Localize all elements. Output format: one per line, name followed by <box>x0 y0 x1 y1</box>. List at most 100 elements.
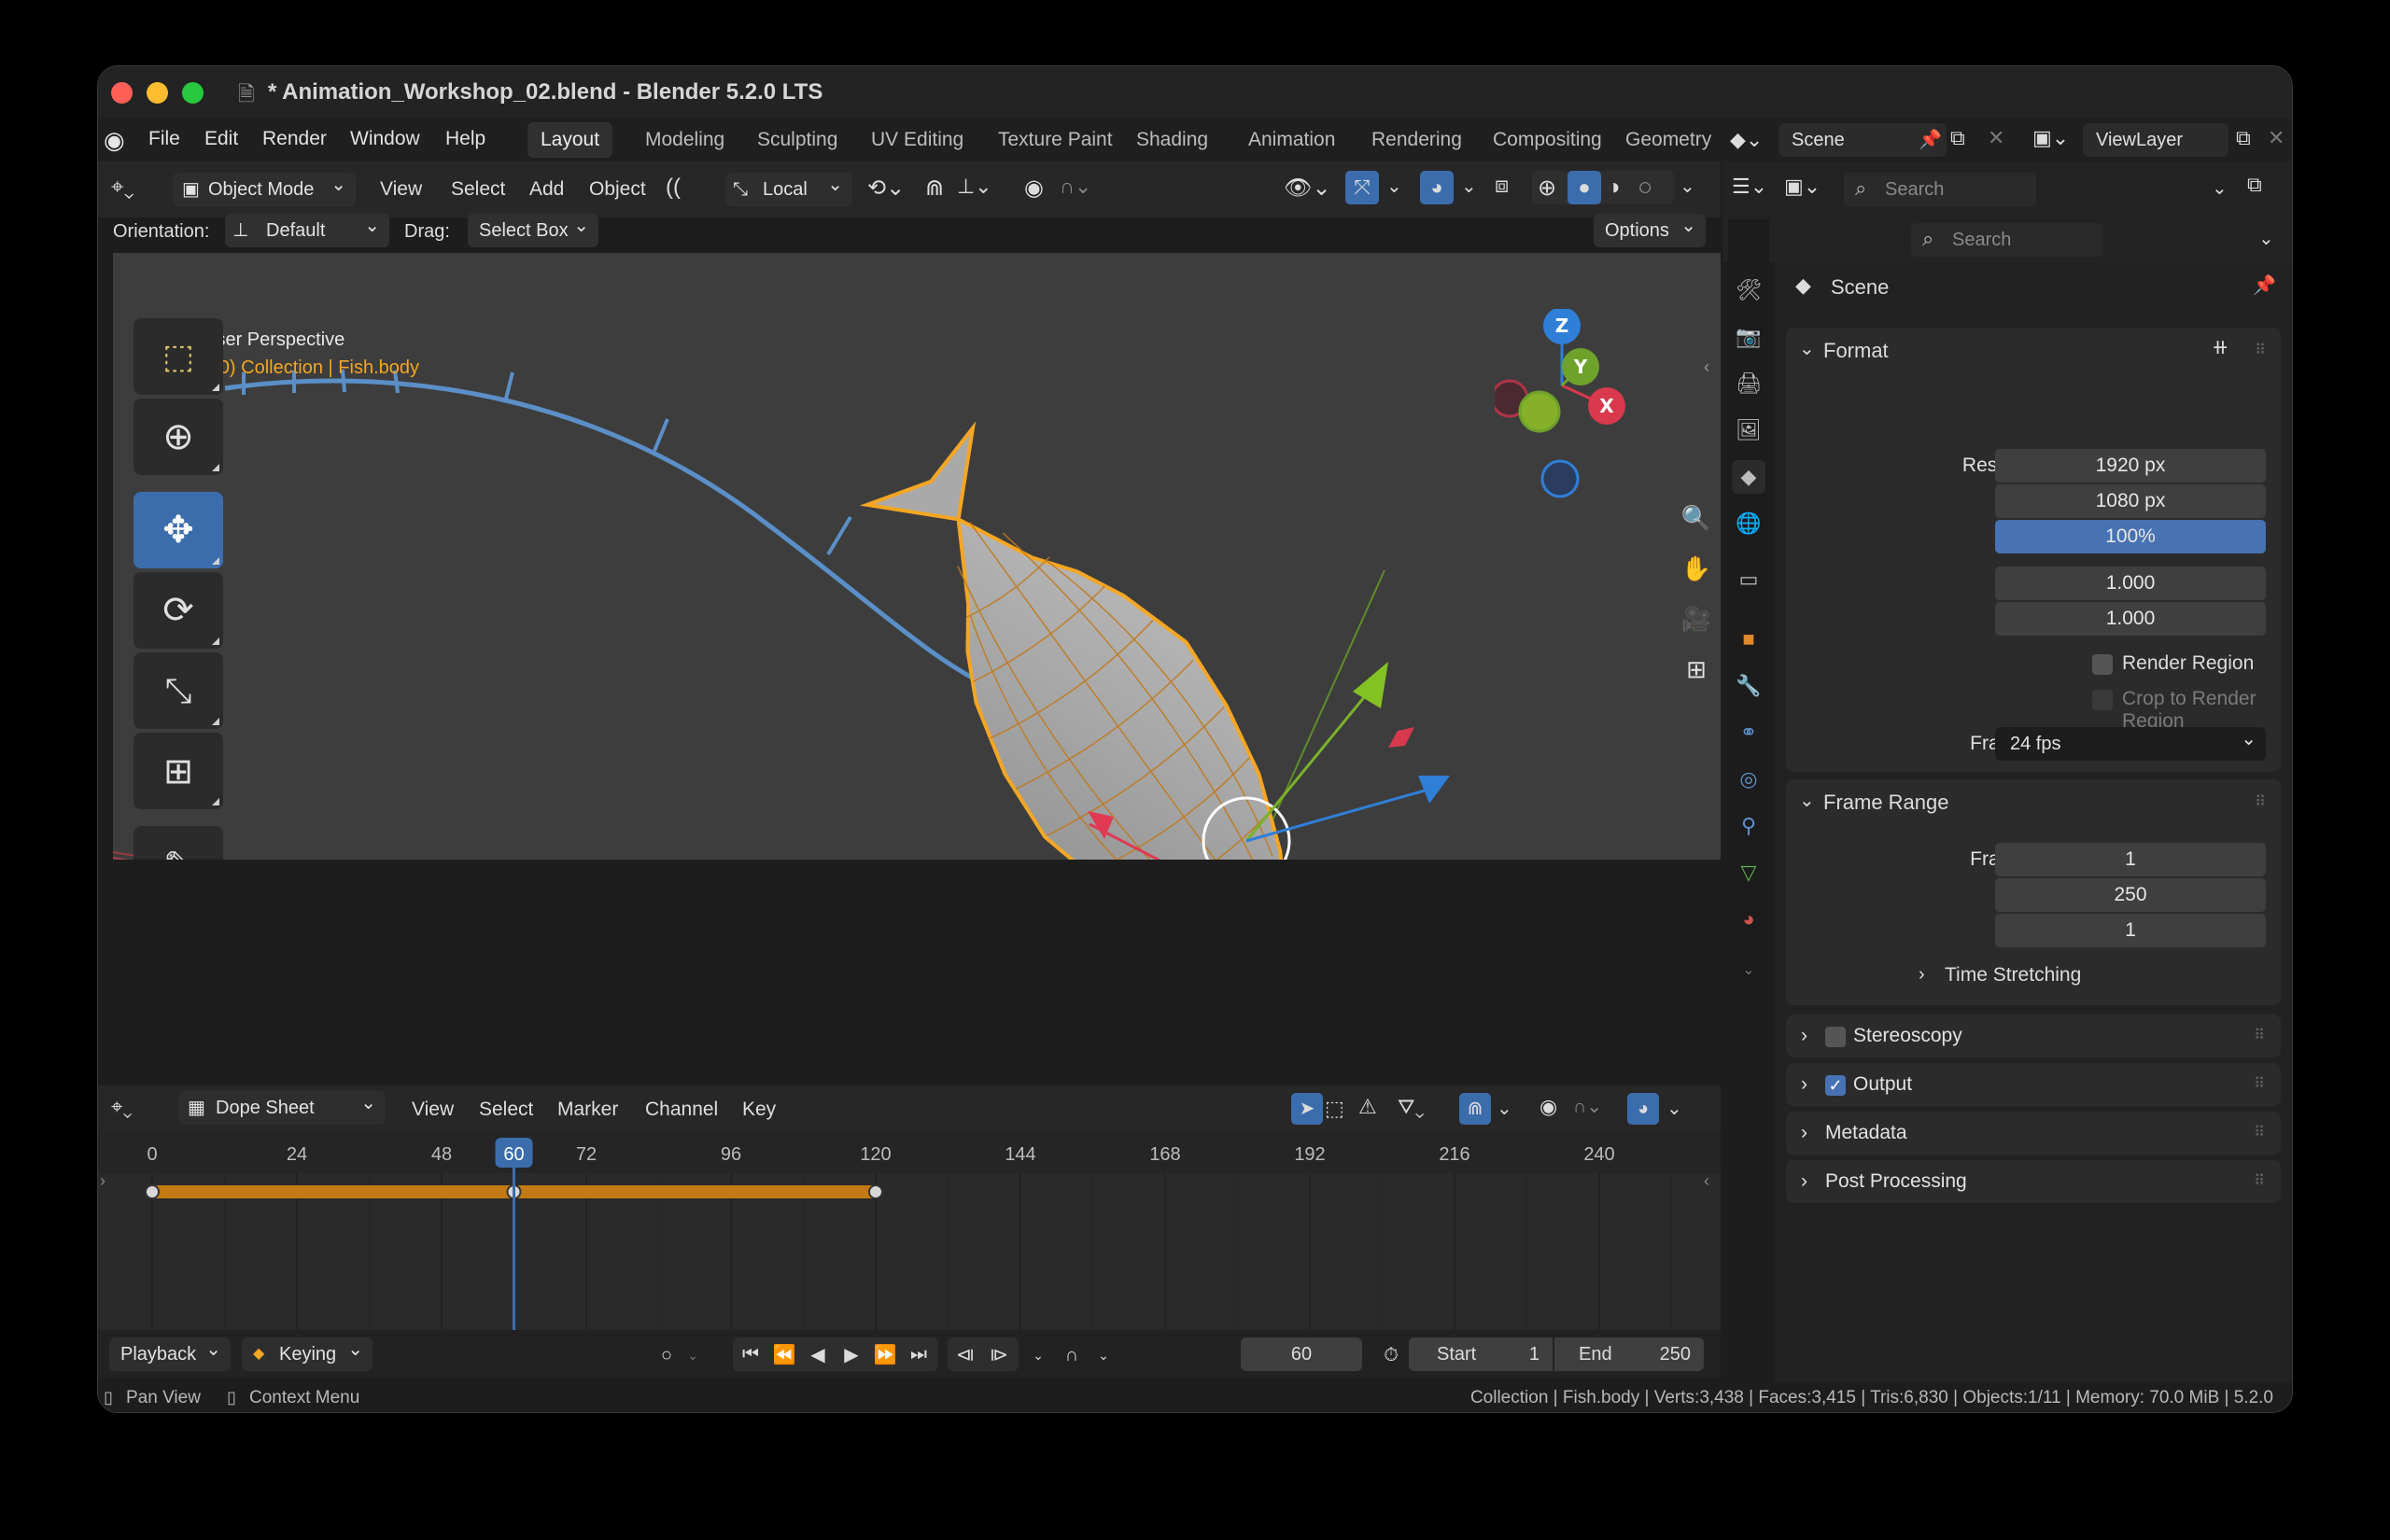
tab-texture-paint[interactable]: Texture Paint <box>985 122 1126 158</box>
cursor-tool[interactable]: ⊕ <box>134 399 223 475</box>
viewport-menu-select[interactable]: Select <box>451 178 505 201</box>
metadata-expand-icon[interactable]: › <box>1801 1112 1807 1155</box>
errors-icon[interactable]: ⚠ <box>1358 1095 1377 1119</box>
viewlayer-name-field[interactable]: ViewLayer <box>2083 123 2228 157</box>
pin-icon[interactable]: 📌 <box>1919 128 1942 151</box>
dopesheet-menu-view[interactable]: View <box>412 1099 454 1121</box>
format-presets-icon[interactable]: ⧺ <box>2212 335 2228 359</box>
sync-dropdown-icon[interactable]: ⌄ <box>1088 1339 1119 1371</box>
properties-search-input[interactable]: Search <box>1911 223 2103 257</box>
shading-dropdown-icon[interactable]: ⌄ <box>1680 175 1695 198</box>
stereoscopy-expand-icon[interactable]: › <box>1801 1015 1807 1057</box>
frame-end-field[interactable]: 250 <box>1995 878 2266 912</box>
editor-type-icon[interactable]: ⌖⌄ <box>111 175 134 201</box>
play-reverse-icon[interactable]: ◀ <box>802 1338 834 1370</box>
menu-file[interactable]: File <box>148 128 180 150</box>
dopesheet-menu-marker[interactable]: Marker <box>557 1099 618 1121</box>
tab-rendering[interactable]: Rendering <box>1358 122 1475 158</box>
viewport-menu-view[interactable]: View <box>380 178 422 201</box>
output-panel[interactable]: › ✓ Output ⠿ <box>1786 1063 2281 1106</box>
format-drag-handle-icon[interactable]: ⠿ <box>2255 341 2266 359</box>
tool-tab-icon[interactable]: 🛠 <box>1732 273 1765 307</box>
resolution-percent-slider[interactable]: 100% <box>1995 520 2266 553</box>
output-drag-handle-icon[interactable]: ⠿ <box>2254 1063 2266 1106</box>
properties-options-icon[interactable]: ⌄ <box>2258 227 2274 250</box>
frame-rate-dropdown[interactable]: 24 fps <box>1995 722 2266 761</box>
dopesheet-menu-key[interactable]: Key <box>742 1099 776 1121</box>
dopesheet-timeline[interactable]: 0 24 48 72 96 120 144 168 192 216 240 60 › ‹ <box>98 1132 1721 1356</box>
display-mode-icon[interactable]: ▣⌄ <box>1784 175 1821 199</box>
end-frame-field[interactable]: End 250 <box>1554 1337 1704 1371</box>
minimize-window-button[interactable] <box>147 82 168 104</box>
new-scene-icon[interactable]: ⧉ <box>1950 126 1965 150</box>
post-processing-panel[interactable]: › Post Processing ⠿ <box>1786 1160 2281 1203</box>
output-checkbox[interactable]: ✓ <box>1825 1075 1846 1096</box>
3d-viewport[interactable]: User Perspective (60) Collection | Fish.… <box>113 253 1721 860</box>
format-collapse-icon[interactable]: ⌄ <box>1799 337 1815 360</box>
dopesheet-snap-icon[interactable]: ⋒ <box>1459 1093 1491 1125</box>
navigation-gizmo[interactable]: Z Y X <box>1495 309 1681 505</box>
jump-end-icon[interactable]: ⏭ <box>903 1338 935 1370</box>
jump-start-icon[interactable]: ⏮ <box>735 1338 766 1370</box>
post-processing-expand-icon[interactable]: › <box>1801 1160 1807 1203</box>
constraints-tab-icon[interactable]: ⚲ <box>1732 809 1765 843</box>
render-tab-icon[interactable]: 📷 <box>1732 320 1765 354</box>
menu-help[interactable]: Help <box>445 128 485 150</box>
tab-animation[interactable]: Animation <box>1235 122 1348 158</box>
view-layer-tab-icon[interactable]: 🖼 <box>1732 413 1765 447</box>
current-frame-field[interactable]: 60 <box>1241 1337 1362 1371</box>
menu-edit[interactable]: Edit <box>204 128 238 150</box>
step-dropdown-icon[interactable]: ⌄ <box>1022 1339 1054 1371</box>
start-frame-field[interactable]: Start 1 <box>1409 1337 1553 1371</box>
metadata-drag-handle-icon[interactable]: ⠿ <box>2254 1112 2266 1155</box>
move-tool[interactable]: ✥ <box>134 492 223 568</box>
tab-geometry[interactable]: Geometry <box>1612 122 1715 158</box>
visibility-icon[interactable]: 👁⌄ <box>1284 175 1331 202</box>
blender-logo-icon[interactable]: ◉ <box>104 126 125 155</box>
motion-path-icon[interactable]: (( <box>666 175 681 201</box>
step-back-icon[interactable]: ⧏ <box>949 1338 981 1370</box>
falloff-icon[interactable]: ∩⌄ <box>1060 175 1091 199</box>
tab-layout[interactable]: Layout <box>527 122 613 158</box>
options-dropdown[interactable]: Options <box>1594 209 1706 247</box>
stereoscopy-panel[interactable]: › Stereoscopy ⠿ <box>1786 1015 2281 1057</box>
time-stretching-expand-icon[interactable]: › <box>1919 964 1925 986</box>
collection-tab-icon[interactable]: ▭ <box>1732 563 1765 596</box>
outliner-editor-type-icon[interactable]: ☰⌄ <box>1732 175 1767 199</box>
drag-dropdown[interactable]: Select Box <box>468 209 598 247</box>
dopesheet-menu-channel[interactable]: Channel <box>645 1099 718 1121</box>
auto-key-dropdown-icon[interactable]: ⌄ <box>677 1339 709 1371</box>
scene-tab-icon[interactable]: ◆ <box>1732 460 1765 494</box>
keying-dropdown[interactable]: ◆ Keying <box>242 1333 373 1371</box>
metadata-panel[interactable]: › Metadata ⠿ <box>1786 1112 2281 1155</box>
channels-toggle-icon[interactable]: › <box>100 1171 105 1191</box>
only-selected-icon[interactable]: ➤ <box>1291 1093 1323 1125</box>
dopesheet-menu-select[interactable]: Select <box>479 1099 533 1121</box>
prev-keyframe-icon[interactable]: ⏪ <box>768 1338 800 1370</box>
resolution-x-field[interactable]: 1920 px <box>1995 449 2266 483</box>
tab-shading[interactable]: Shading <box>1123 122 1221 158</box>
next-keyframe-icon[interactable]: ⏩ <box>869 1338 901 1370</box>
sidebar-toggle-icon[interactable]: ‹ <box>1704 357 1709 377</box>
frame-range-title[interactable]: Frame Range <box>1823 791 1949 815</box>
aspect-x-field[interactable]: 1.000 <box>1995 567 2266 600</box>
particles-tab-icon[interactable]: ⚭ <box>1732 716 1765 749</box>
gizmo-dropdown-icon[interactable]: ⌄ <box>1386 175 1402 198</box>
close-window-button[interactable] <box>111 82 133 104</box>
orientation-dropdown[interactable]: ⊥ Default <box>225 209 389 247</box>
delete-scene-icon[interactable]: ✕ <box>1988 126 2004 150</box>
zoom-icon[interactable]: 🔍 <box>1676 497 1717 539</box>
frame-range-drag-handle-icon[interactable]: ⠿ <box>2255 792 2266 811</box>
new-collection-icon[interactable]: ⧉ <box>2247 173 2262 197</box>
zoom-window-button[interactable] <box>182 82 204 104</box>
filter-icon[interactable]: ⛛⌄ <box>1398 1095 1425 1119</box>
transform-space-dropdown[interactable]: ⤡ Local <box>725 168 852 206</box>
output-expand-icon[interactable]: › <box>1801 1063 1807 1106</box>
dopesheet-overlay-icon[interactable]: ◕ <box>1627 1093 1659 1125</box>
dopesheet-falloff-icon[interactable]: ∩⌄ <box>1573 1095 1602 1118</box>
menu-window[interactable]: Window <box>350 128 420 150</box>
tab-uv-editing[interactable]: UV Editing <box>858 122 977 158</box>
show-hidden-icon[interactable]: ⬚ <box>1325 1097 1344 1121</box>
overlay-toggle-icon[interactable]: ◕ <box>1420 171 1454 204</box>
overlay-dropdown-icon[interactable]: ⌄ <box>1461 175 1477 198</box>
